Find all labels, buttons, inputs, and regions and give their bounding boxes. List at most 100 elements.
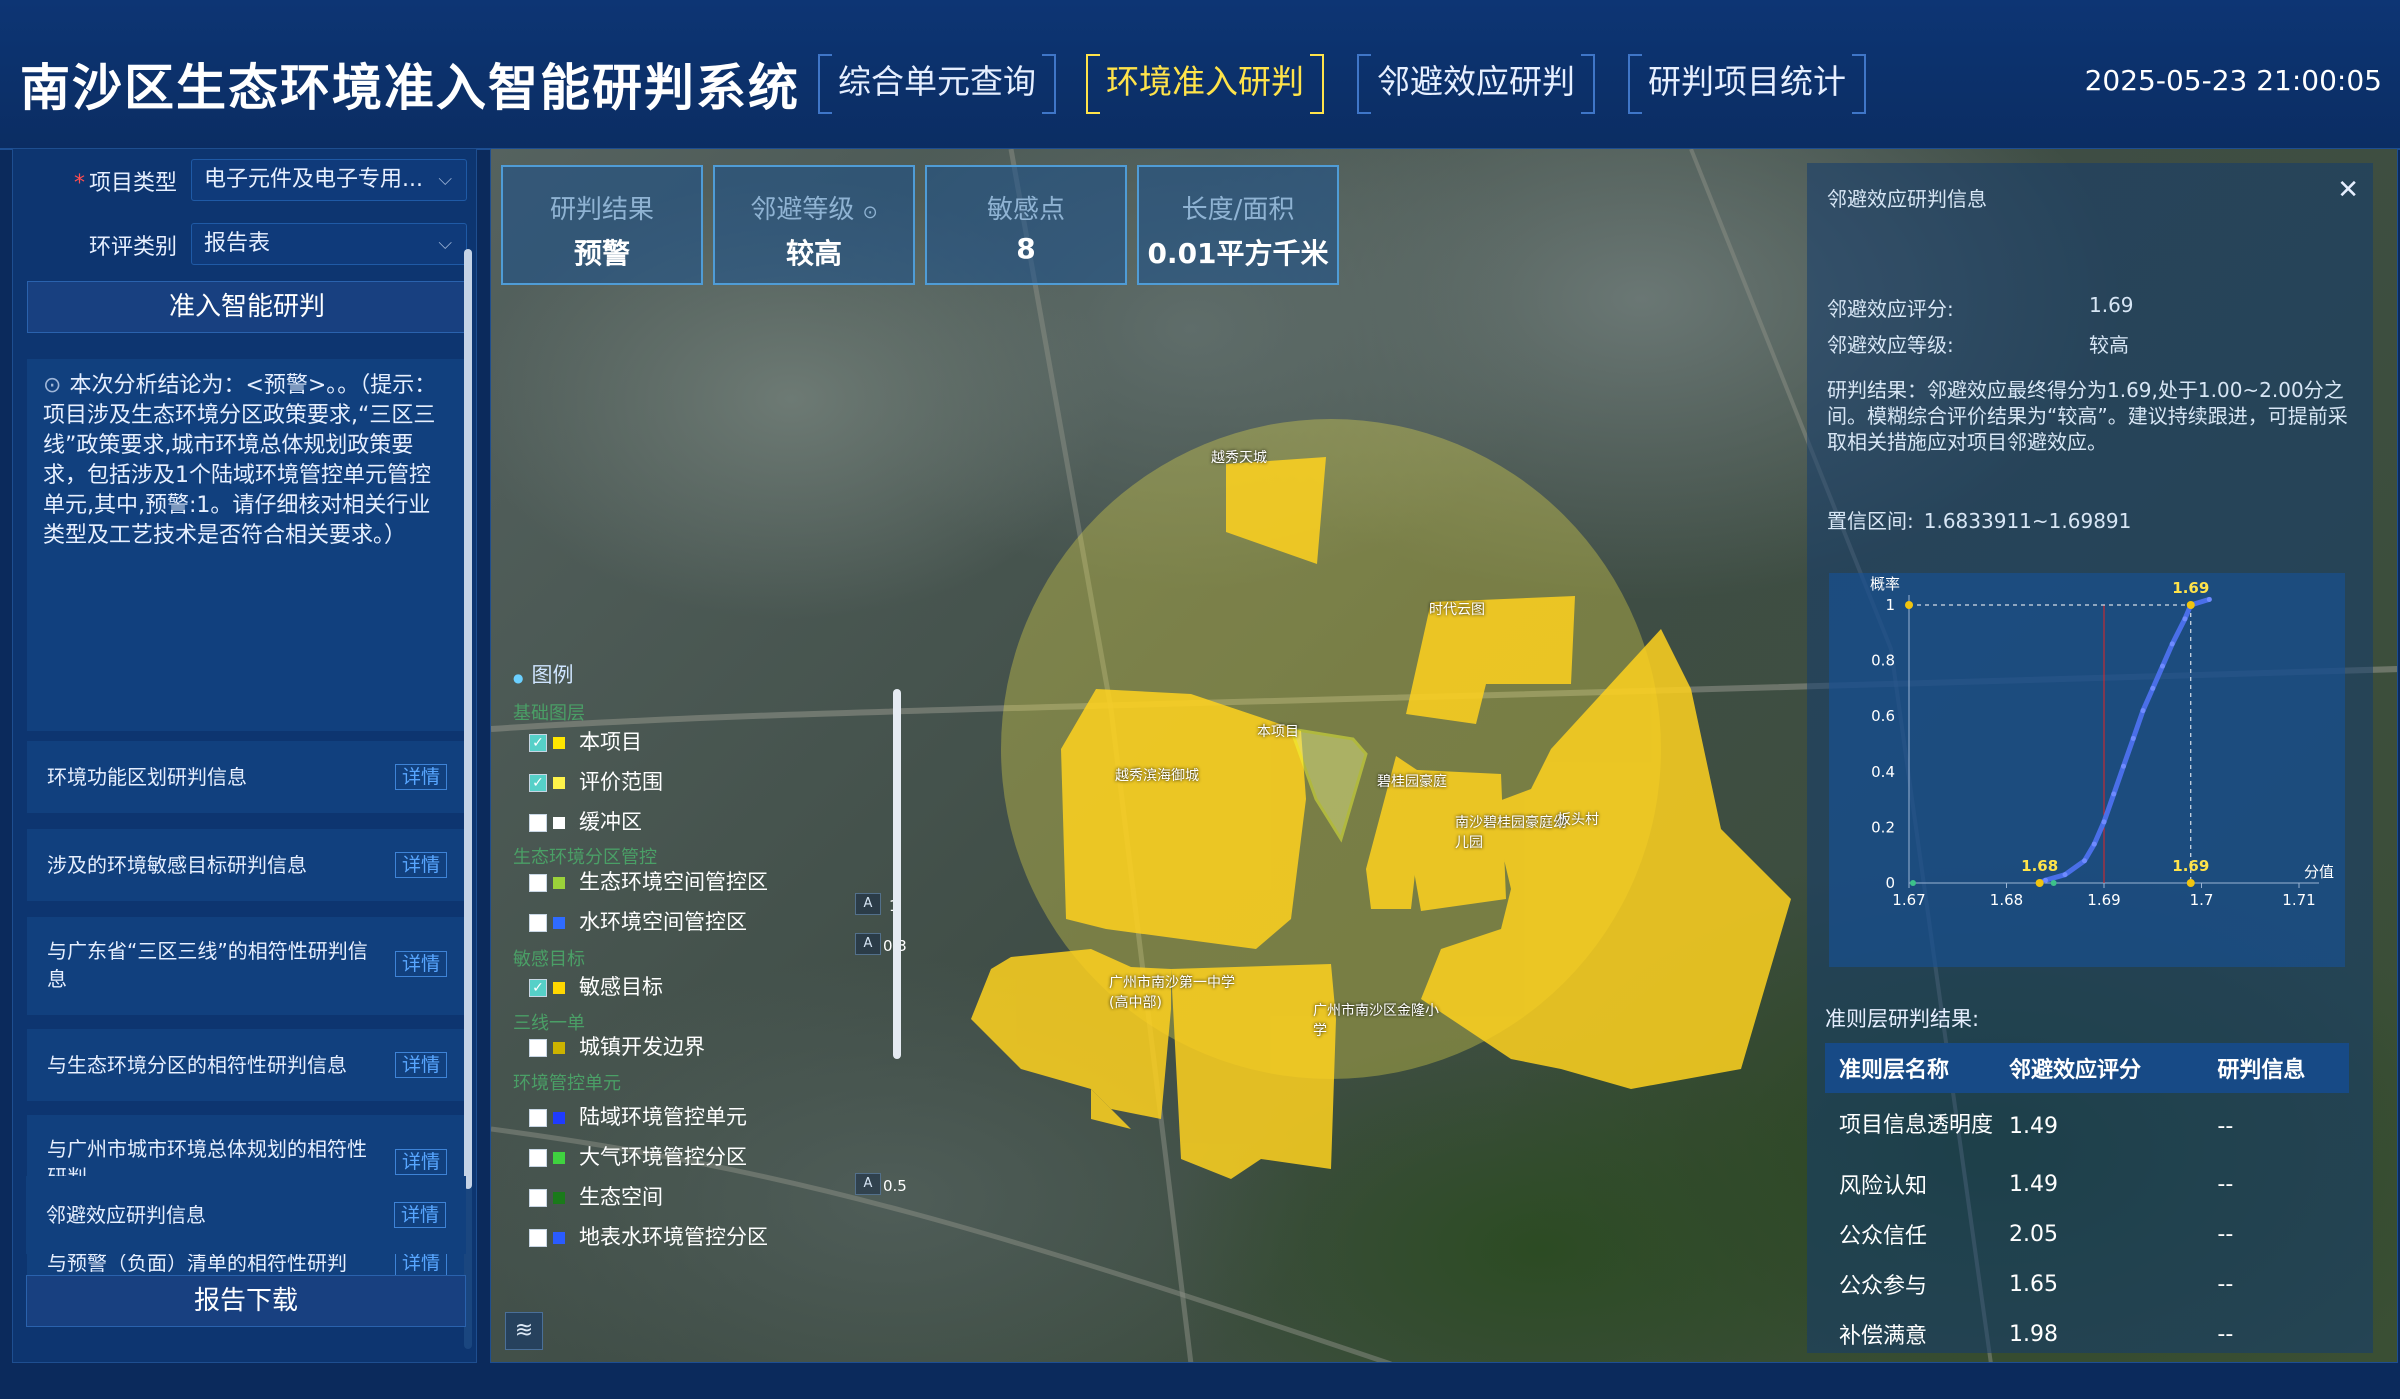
- table-cell: 公众参与: [1839, 1274, 1928, 1299]
- x-tick-label: 1.71: [2282, 891, 2315, 909]
- table-cell: 1.49: [2009, 1171, 2058, 1197]
- legend-group: 生态环境分区管控: [513, 847, 657, 868]
- opacity-icon[interactable]: A: [855, 1173, 881, 1195]
- tab-nimby[interactable]: 邻避效应研判: [1357, 54, 1595, 114]
- legend-item-sensitive[interactable]: ✓ 敏感目标: [529, 974, 663, 1000]
- table-row: 补偿满意 1.98 --: [1825, 1309, 2349, 1359]
- annotation-label: 1.69: [2172, 857, 2209, 875]
- table-header-row: 准则层名称 邻避效应评分 研判信息: [1825, 1043, 2349, 1093]
- eia-select[interactable]: 报告表 ⌵: [191, 223, 467, 265]
- y-tick-label: 0.6: [1871, 707, 1895, 725]
- series-line: [2036, 596, 2212, 886]
- project-type-select[interactable]: 电子元件及电子专用... ⌵: [191, 159, 467, 201]
- legend-swatch: [553, 1042, 565, 1054]
- checkbox[interactable]: ✓: [529, 774, 547, 792]
- x-tick-label: 1.68: [1990, 891, 2023, 909]
- column-header: 研判信息: [2203, 1043, 2349, 1093]
- checkbox[interactable]: [529, 814, 547, 832]
- checkbox[interactable]: [529, 1109, 547, 1127]
- map-label: 广州市南沙区金隆小学: [1313, 1003, 1439, 1039]
- legend-item-land-unit[interactable]: 陆域环境管控单元: [529, 1104, 747, 1130]
- legend-swatch: [553, 982, 565, 994]
- map-label: 时代云图: [1429, 602, 1485, 618]
- map-label: 越秀滨海御城: [1115, 768, 1199, 784]
- map-view[interactable]: 研判结果 预警 邻避等级 ⊙ 较高 敏感点 8 长度/面积 0.01平方千米 越…: [490, 148, 2398, 1363]
- tab-unit-query[interactable]: 综合单元查询: [818, 54, 1056, 114]
- opacity-icon[interactable]: A: [855, 933, 881, 955]
- checkbox[interactable]: ✓: [529, 734, 547, 752]
- table-cell: 1.98: [2009, 1321, 2058, 1347]
- series-point: [2111, 791, 2117, 797]
- checkbox[interactable]: [529, 1039, 547, 1057]
- y-axis-label: 概率: [1870, 575, 1900, 593]
- checkbox[interactable]: [529, 914, 547, 932]
- criteria-table: 准则层名称 邻避效应评分 研判信息 项目信息透明度 1.49 -- 风险认知 1…: [1825, 1043, 2349, 1359]
- left-scrollbar-thumb[interactable]: [464, 249, 472, 1189]
- stat-card-area: 长度/面积 0.01平方千米: [1137, 165, 1339, 285]
- info-item-env-function[interactable]: 环境功能区划研判信息 详情: [27, 741, 467, 813]
- detail-button[interactable]: 详情: [395, 1052, 447, 1078]
- series-point: [2160, 663, 2165, 669]
- legend-item-eco-land[interactable]: 生态空间: [529, 1184, 663, 1210]
- legend-item-eco-space[interactable]: 生态环境空间管控区: [529, 869, 768, 895]
- checkbox[interactable]: [529, 1149, 547, 1167]
- legend-title: 图例: [513, 659, 573, 689]
- table-cell: 风险认知: [1839, 1174, 1928, 1199]
- stat-value: 8: [1016, 232, 1036, 265]
- series-point: [2121, 763, 2126, 769]
- layers-toggle-icon[interactable]: ≋: [505, 1312, 543, 1350]
- table-cell: 项目信息透明度: [1839, 1113, 1994, 1138]
- legend-scrollbar[interactable]: [893, 689, 901, 1059]
- marker-point: [2050, 880, 2057, 886]
- y-tick-label: 0.8: [1871, 652, 1895, 670]
- nimby-result-text: 研判结果：邻避效应最终得分为1.69,处于1.00~2.00分之间。模糊综合评价…: [1827, 378, 2348, 454]
- stat-key: 研判结果: [549, 195, 654, 225]
- opacity-value: 0.5: [883, 1177, 907, 1195]
- analyze-button[interactable]: 准入智能研判: [27, 281, 467, 333]
- tab-project-stats[interactable]: 研判项目统计: [1628, 54, 1866, 114]
- legend-item-urban-boundary[interactable]: 城镇开发边界: [529, 1034, 705, 1060]
- close-icon[interactable]: ✕: [2337, 175, 2359, 205]
- datetime: 2025-05-23 21:00:05: [2084, 64, 2382, 97]
- detail-button[interactable]: 详情: [395, 852, 447, 878]
- checkbox[interactable]: [529, 1189, 547, 1207]
- nimby-info-panel: 邻避效应研判信息 ✕ 邻避效应评分: 1.69 邻避效应等级: 较高 研判结果：邻避…: [1807, 163, 2373, 1353]
- checkbox[interactable]: [529, 874, 547, 892]
- nimby-level: 邻避效应等级: 较高: [1827, 333, 2129, 357]
- detail-button[interactable]: 详情: [395, 764, 447, 790]
- table-cell: --: [2217, 1221, 2234, 1247]
- table-cell: 1.65: [2009, 1271, 2058, 1297]
- legend-item-project[interactable]: ✓ 本项目: [529, 729, 642, 755]
- download-report-button[interactable]: 报告下载: [26, 1275, 466, 1327]
- y-tick-label: 0.2: [1871, 818, 1895, 836]
- info-item-sensitive-target[interactable]: 涉及的环境敏感目标研判信息 详情: [27, 829, 467, 901]
- table-cell: 补偿满意: [1839, 1324, 1928, 1349]
- legend-item-buffer[interactable]: 缓冲区: [529, 809, 642, 835]
- chevron-down-icon: ⌵: [438, 169, 452, 190]
- opacity-icon[interactable]: A: [855, 893, 881, 915]
- detail-button[interactable]: 详情: [394, 1202, 446, 1228]
- x-axis-label: 分值: [2304, 863, 2334, 881]
- checkbox[interactable]: [529, 1229, 547, 1247]
- info-item-nimby[interactable]: 邻避效应研判信息 详情: [26, 1176, 466, 1254]
- series-point: [2101, 819, 2107, 825]
- legend-item-air-zone[interactable]: 大气环境管控分区: [529, 1144, 747, 1170]
- info-item-eco-zone[interactable]: 与生态环境分区的相符性研判信息 详情: [27, 1029, 467, 1101]
- legend-item-eval-range[interactable]: ✓ 评价范围: [529, 769, 663, 795]
- legend-swatch: [553, 1232, 565, 1244]
- project-type-value: 电子元件及电子专用...: [204, 167, 423, 192]
- checkbox[interactable]: ✓: [529, 979, 547, 997]
- table-cell: 公众信任: [1839, 1224, 1928, 1249]
- info-item-three-zones[interactable]: 与广东省“三区三线”的相符性研判信息 详情: [27, 917, 467, 1015]
- table-cell: 1.49: [2009, 1113, 2058, 1139]
- detail-button[interactable]: 详情: [395, 951, 447, 977]
- tab-env-access[interactable]: 环境准入研判: [1086, 54, 1324, 114]
- y-tick-label: 0.4: [1871, 763, 1895, 781]
- criteria-title: 准则层研判结果:: [1825, 1007, 1980, 1031]
- series-point: [2062, 872, 2068, 878]
- table-row: 风险认知 1.49 --: [1825, 1159, 2349, 1209]
- detail-button[interactable]: 详情: [395, 1149, 447, 1175]
- legend-item-water-space[interactable]: 水环境空间管控区: [529, 909, 747, 935]
- legend-item-surface-water[interactable]: 地表水环境管控分区: [529, 1224, 768, 1250]
- chart-svg: 0 0.2 0.4 0.6 0.8 1 1.67 1.68 1.69 1.7 1.71 概率分值 1.6…: [1870, 575, 2334, 909]
